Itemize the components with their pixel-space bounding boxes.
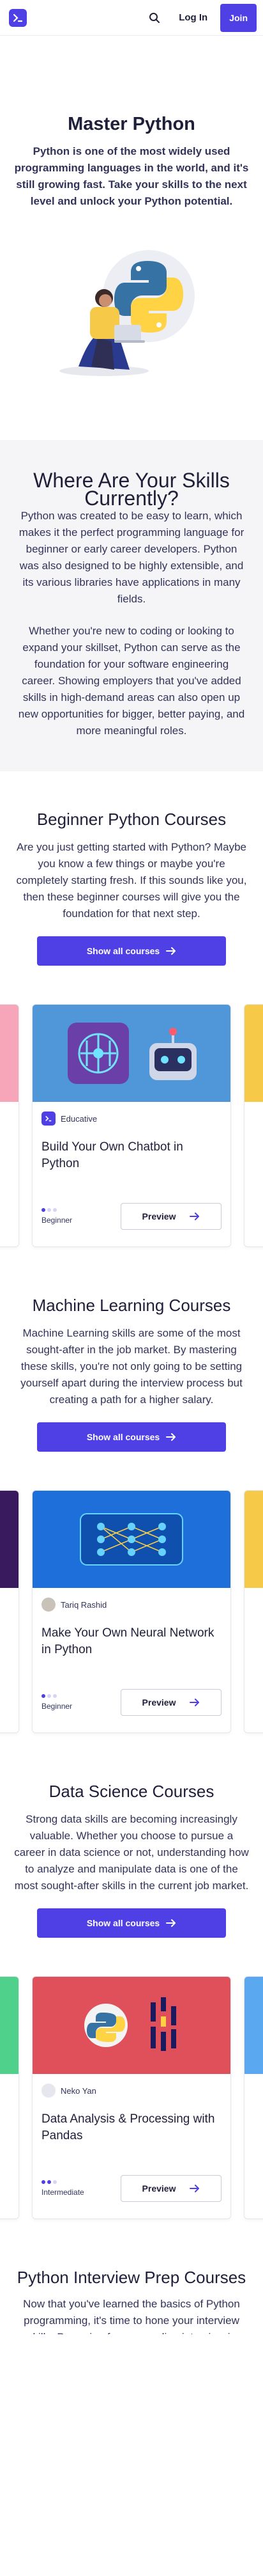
search-icon [149,12,160,23]
login-button[interactable]: Log In [172,7,214,28]
course-card-image [0,1491,19,1588]
neural-network-illustration-icon [80,1513,183,1566]
machine-learning-section: Machine Learning Courses Machine Learnin… [0,1257,263,1452]
join-button[interactable]: Join [220,3,257,32]
author-avatar [41,2084,56,2098]
course-level: Intermediate [41,2180,84,2197]
course-author: Neko Yan [41,2083,222,2098]
interview-prep-section: Python Interview Prep Courses Now that y… [0,2229,263,2334]
level-dots [41,1694,72,1698]
preview-label: Preview [142,1211,176,1221]
author-name: Neko Yan [61,2085,96,2096]
course-carousel[interactable]: Educative Build Your Own Chatbot in Pyth… [0,1004,263,1257]
course-author: Educative [41,1111,222,1126]
course-title[interactable]: Data Analysis & Processing with Pandas [41,2111,222,2161]
data-science-section: Data Science Courses Strong data skills … [0,1743,263,1938]
course-card-image [33,1977,230,2074]
course-card[interactable]: Neko Yan Data Analysis & Processing with… [32,1976,231,2219]
section-title: Python Interview Prep Courses [17,2268,246,2287]
course-card-next[interactable] [244,1490,263,1733]
course-card-image [244,1491,263,1588]
skills-paragraph-1: Python was created to be easy to learn, … [19,510,244,605]
page-title: Master Python [68,114,195,134]
arrow-right-icon [190,1213,200,1220]
hero-section: Master Python Python is one of the most … [0,36,263,440]
section-description: Are you just getting started with Python… [16,841,247,920]
preview-button[interactable]: Preview [121,1203,222,1230]
author-avatar [41,1598,56,1612]
chatbot-illustration-icon [68,1023,197,1084]
logo-glyph-icon [13,13,23,22]
level-label: Intermediate [41,2188,84,2197]
hero-description: Python is one of the most widely used pr… [14,145,249,207]
author-name: Educative [61,1113,98,1124]
course-carousel[interactable]: Neko Yan Data Analysis & Processing with… [0,1976,263,2229]
hero-illustration [53,235,210,382]
arrow-right-icon [166,1919,176,1927]
section-title: Data Science Courses [49,1782,214,1801]
skills-paragraph-2: Whether you're new to coding or looking … [18,625,245,737]
course-card-previous[interactable] [0,1976,19,2219]
arrow-right-icon [166,947,176,955]
show-all-label: Show all courses [86,946,160,956]
course-card[interactable]: Educative Build Your Own Chatbot in Pyth… [32,1004,231,1247]
author-name: Tariq Rashid [61,1599,107,1610]
course-level: Beginner [41,1208,72,1225]
beginner-courses-section: Beginner Python Courses Are you just get… [0,771,263,966]
course-card-previous[interactable] [0,1490,19,1733]
course-card-image [0,1005,19,1102]
course-card-image [33,1005,230,1102]
section-description: Strong data skills are becoming increasi… [14,1813,249,1892]
show-all-courses-button[interactable]: Show all courses [37,1908,226,1938]
level-dots [41,2180,84,2184]
pandas-illustration-icon [84,1997,176,2051]
skills-title: Where Are Your Skills Currently? [18,468,245,510]
arrow-right-icon [166,1433,176,1441]
show-all-courses-button[interactable]: Show all courses [37,1422,226,1452]
educative-logo[interactable] [9,8,27,27]
level-label: Beginner [41,1216,73,1225]
section-title: Machine Learning Courses [32,1296,231,1315]
search-button[interactable] [146,9,163,27]
course-title[interactable]: Build Your Own Chatbot in Python [41,1139,222,1189]
course-carousel[interactable]: Tariq Rashid Make Your Own Neural Networ… [0,1490,263,1743]
site-header: Log In Join [0,0,263,36]
course-level: Beginner [41,1694,72,1711]
arrow-right-icon [190,2185,200,2192]
educative-avatar-icon [41,1111,56,1126]
preview-button[interactable]: Preview [121,1689,222,1716]
section-description: Machine Learning skills are some of the … [20,1327,243,1406]
preview-label: Preview [142,2183,176,2194]
course-card-previous[interactable] [0,1004,19,1247]
show-all-courses-button[interactable]: Show all courses [37,936,226,966]
course-card-next[interactable] [244,1976,263,2219]
course-card-image [244,1005,263,1102]
course-author: Tariq Rashid [41,1597,222,1612]
course-title[interactable]: Make Your Own Neural Network in Python [41,1625,222,1675]
level-dots [41,1208,72,1212]
level-label: Beginner [41,1702,73,1711]
preview-button[interactable]: Preview [121,2175,222,2202]
course-card[interactable]: Tariq Rashid Make Your Own Neural Networ… [32,1490,231,1733]
course-card-image [244,1977,263,2074]
preview-label: Preview [142,1697,176,1708]
show-all-label: Show all courses [86,1918,160,1928]
course-card-next[interactable] [244,1004,263,1247]
show-all-label: Show all courses [86,1432,160,1442]
skills-section: Where Are Your Skills Currently? Python … [0,440,263,771]
course-card-image [33,1491,230,1588]
section-description: Now that you've learned the basics of Py… [23,2298,240,2334]
course-card-image [0,1977,19,2074]
arrow-right-icon [190,1699,200,1706]
section-title: Beginner Python Courses [36,810,227,829]
